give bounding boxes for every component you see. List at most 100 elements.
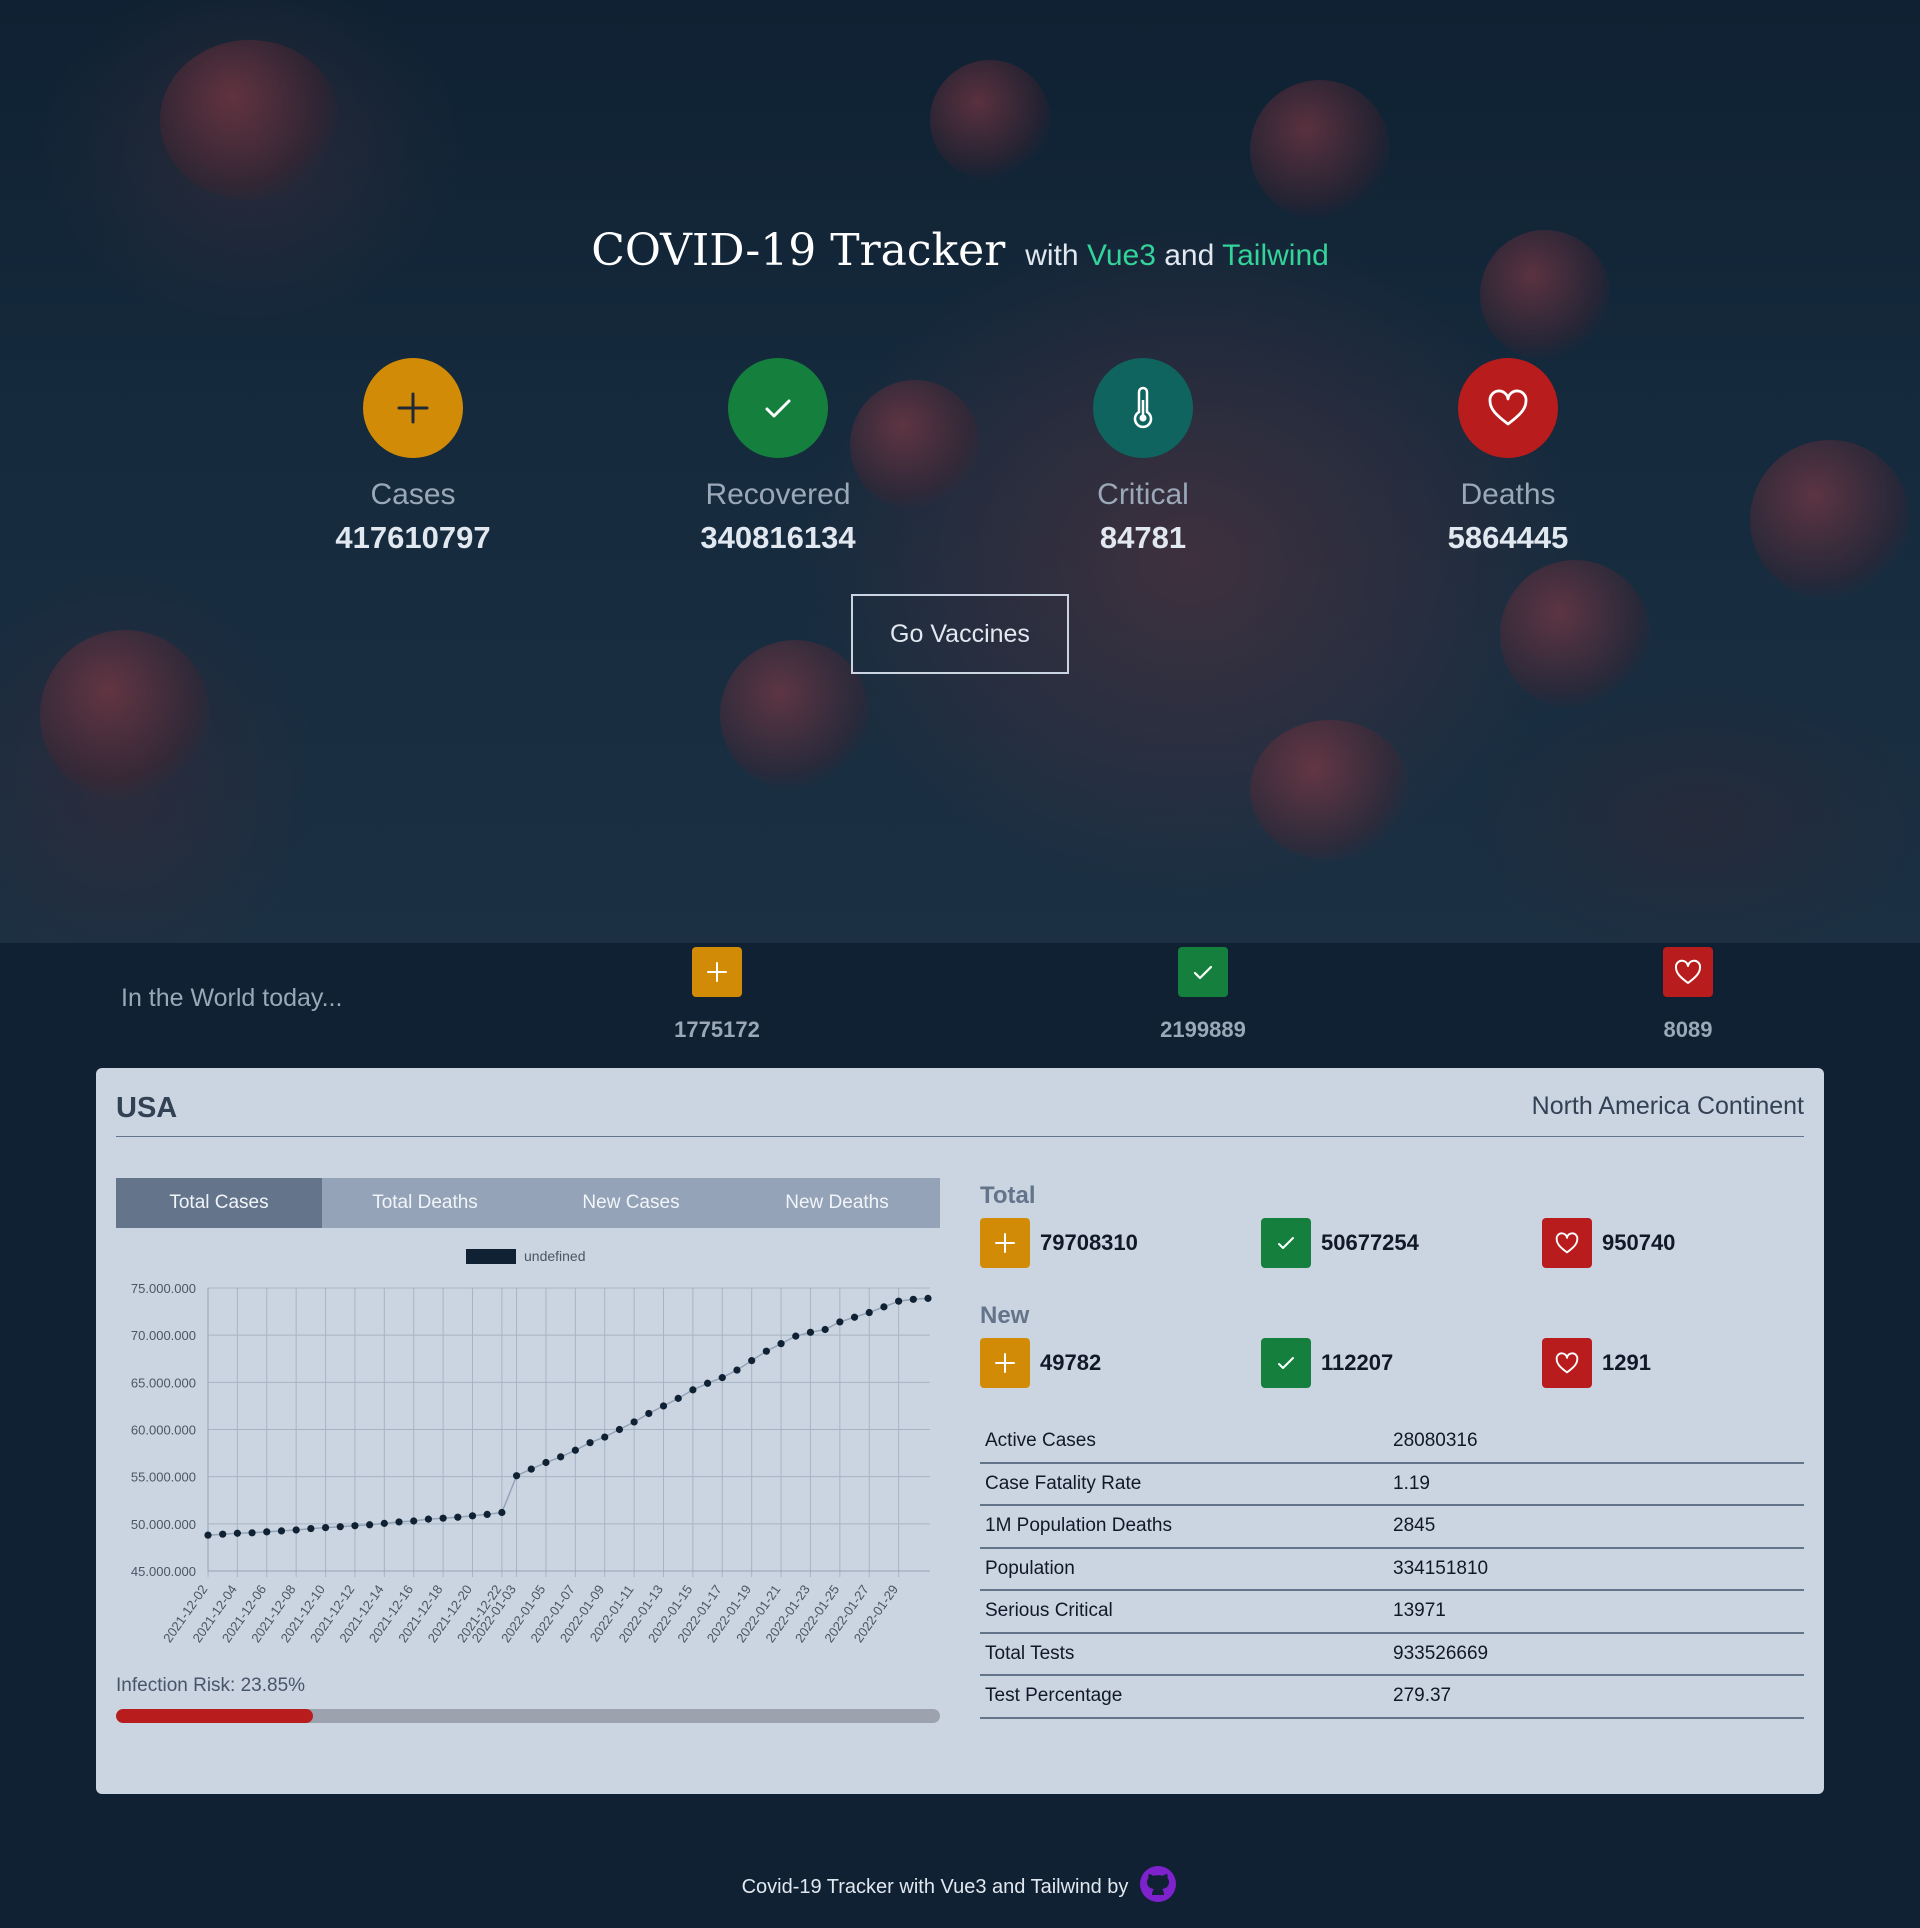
data-point	[924, 1294, 932, 1302]
y-tick-label: 65.000.000	[131, 1375, 196, 1390]
data-point	[292, 1526, 300, 1534]
data-point	[483, 1510, 491, 1518]
stat-value: 5864445	[1447, 520, 1569, 555]
world-today-deaths: 8089	[1628, 947, 1748, 1043]
y-tick-label: 60.000.000	[131, 1423, 196, 1438]
table-row: Test Percentage 279.37	[980, 1675, 1804, 1719]
virus-decoration	[1250, 720, 1410, 860]
data-point	[454, 1513, 462, 1521]
data-point	[321, 1524, 330, 1532]
heart-icon	[1542, 1338, 1592, 1388]
data-point	[674, 1394, 682, 1402]
virus-decoration	[1250, 80, 1390, 220]
data-point	[395, 1518, 403, 1526]
page-subtitle: with Vue3 and Tailwind	[1025, 239, 1329, 273]
table-row: Case Fatality Rate 1.19	[980, 1462, 1804, 1506]
y-tick-label: 75.000.000	[131, 1281, 196, 1296]
data-point	[762, 1347, 770, 1355]
data-point	[557, 1453, 565, 1461]
data-point	[659, 1402, 668, 1410]
y-tick-label: 70.000.000	[131, 1328, 196, 1343]
tab-total-deaths[interactable]: Total Deaths	[322, 1178, 528, 1228]
total-recovered-value: 50677254	[1321, 1230, 1419, 1255]
stat-label: Cases	[370, 478, 456, 511]
table-row: Serious Critical 13971	[980, 1590, 1804, 1634]
detail-key: Case Fatality Rate	[980, 1462, 1388, 1506]
world-today-recovered-value: 2199889	[1160, 1017, 1246, 1042]
tab-new-cases[interactable]: New Cases	[528, 1178, 734, 1228]
data-point	[248, 1529, 256, 1537]
check-icon	[1261, 1218, 1311, 1268]
data-point	[219, 1530, 227, 1538]
subtitle-vue: Vue3	[1086, 239, 1156, 272]
data-point	[850, 1313, 859, 1321]
stat-value: 417610797	[335, 520, 491, 555]
details-table: Active Cases 28080316 Case Fatality Rate 1…	[980, 1420, 1804, 1719]
data-point	[792, 1332, 800, 1340]
go-vaccines-button[interactable]: Go Vaccines	[851, 594, 1069, 674]
legend-label: undefined	[524, 1248, 586, 1264]
total-recovered: 50677254	[1261, 1218, 1419, 1268]
world-today-recovered: 2199889	[1143, 947, 1263, 1043]
data-point	[512, 1472, 521, 1480]
data-point	[630, 1418, 638, 1426]
global-stat-critical: Critical 84781	[1013, 358, 1273, 556]
data-point	[895, 1297, 903, 1305]
new-recovered: 112207	[1261, 1338, 1393, 1388]
new-cases: 49782	[980, 1338, 1101, 1388]
total-deaths-value: 950740	[1602, 1230, 1676, 1255]
cases-line-chart: undefined 45.000.000 50.000.000 55.000.000 6…	[131, 1248, 932, 1645]
data-point	[806, 1328, 815, 1336]
data-point	[601, 1433, 609, 1441]
country-name: USA	[116, 1092, 178, 1124]
data-point	[615, 1425, 624, 1434]
footer-text: Covid-19 Tracker with Vue3 and Tailwind …	[741, 1875, 1129, 1898]
virus-decoration	[1500, 560, 1650, 710]
chart-tabs: Total Cases Total Deaths New Cases New D…	[116, 1178, 940, 1228]
detail-key: Test Percentage	[980, 1675, 1388, 1719]
check-icon	[728, 358, 828, 458]
data-point	[410, 1517, 418, 1525]
data-point	[880, 1303, 888, 1311]
table-row: Total Tests 933526669	[980, 1632, 1804, 1676]
world-today-cases: 1775172	[657, 947, 777, 1043]
total-title: Total	[980, 1182, 1036, 1209]
data-point	[498, 1508, 506, 1517]
tab-total-cases[interactable]: Total Cases	[116, 1178, 322, 1228]
data-point	[263, 1528, 271, 1536]
infection-risk-label: Infection Risk: 23.85%	[116, 1675, 306, 1696]
detail-value: 279.37	[1388, 1675, 1804, 1719]
virus-decoration	[40, 630, 210, 800]
data-point	[380, 1519, 388, 1527]
stat-value: 84781	[1099, 520, 1187, 555]
data-point	[777, 1340, 785, 1348]
country-panel: USA North America Continent Total Cases …	[96, 1068, 1824, 1794]
github-icon[interactable]	[1138, 1864, 1178, 1910]
new-recovered-value: 112207	[1321, 1350, 1394, 1375]
data-point	[865, 1308, 873, 1317]
detail-value: 334151810	[1388, 1547, 1804, 1591]
global-stat-recovered: Recovered 340816134	[648, 358, 908, 556]
infection-risk-fill	[116, 1709, 313, 1723]
heart-icon	[1663, 947, 1713, 997]
tab-new-deaths[interactable]: New Deaths	[734, 1178, 940, 1228]
hero-section: COVID-19 Tracker with Vue3 and Tailwind …	[0, 0, 1920, 943]
detail-key: 1M Population Deaths	[980, 1505, 1388, 1549]
detail-key: Population	[980, 1547, 1388, 1591]
detail-value: 28080316	[1388, 1420, 1804, 1464]
detail-key: Active Cases	[980, 1420, 1388, 1464]
total-cases: 79708310	[980, 1218, 1138, 1268]
check-icon	[1261, 1338, 1311, 1388]
plus-icon	[980, 1338, 1030, 1388]
thermometer-icon	[1093, 358, 1193, 458]
new-deaths-value: 1291	[1602, 1350, 1651, 1375]
stat-label: Deaths	[1460, 478, 1556, 511]
data-point	[233, 1529, 241, 1537]
world-today-deaths-value: 8089	[1663, 1017, 1713, 1042]
subtitle-and: and	[1164, 239, 1215, 272]
data-point	[277, 1527, 286, 1535]
plus-icon	[363, 358, 463, 458]
virus-decoration	[720, 640, 870, 790]
plus-icon	[692, 947, 742, 997]
subtitle-tailwind: Tailwind	[1222, 239, 1329, 272]
